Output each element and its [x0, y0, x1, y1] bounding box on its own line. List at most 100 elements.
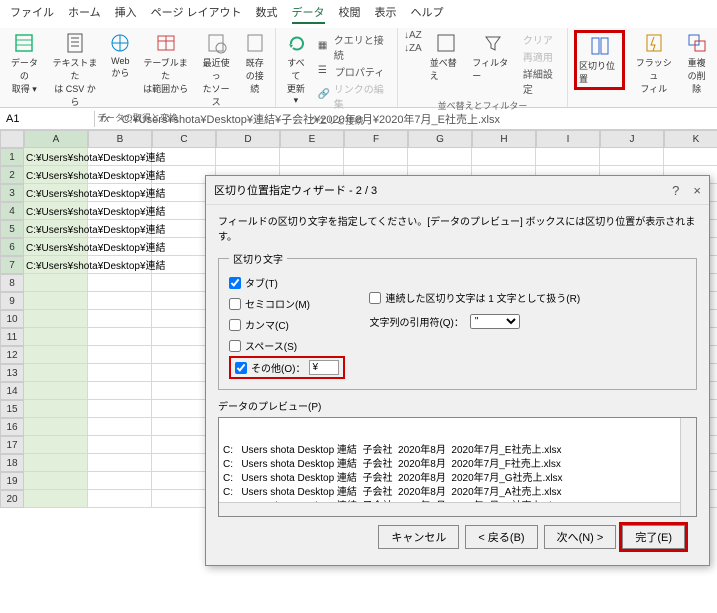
vertical-scrollbar[interactable] — [680, 418, 696, 516]
get-data-button[interactable]: データの 取得 ▾ — [6, 30, 43, 97]
refresh-all-button[interactable]: すべて 更新 ▾ — [282, 30, 310, 108]
cell[interactable] — [536, 148, 600, 166]
recent-sources-button[interactable]: 最近使っ たソース — [198, 30, 235, 110]
cell[interactable] — [472, 148, 536, 166]
column-header[interactable]: E — [280, 130, 344, 148]
sort-za-button[interactable]: ↓ZA — [404, 43, 422, 54]
menu-item[interactable]: ファイル — [10, 4, 54, 24]
reapply-item[interactable]: 再適用 — [523, 49, 559, 64]
other-checkbox[interactable]: その他(O)： — [235, 360, 305, 375]
row-header[interactable]: 2 — [0, 166, 24, 184]
cell[interactable] — [88, 328, 152, 346]
menu-item[interactable]: ページ レイアウト — [151, 4, 242, 24]
edit-links-item[interactable]: 🔗リンクの編集 — [318, 81, 389, 111]
clear-filter-item[interactable]: クリア — [523, 32, 559, 47]
column-header[interactable]: H — [472, 130, 536, 148]
cell[interactable] — [216, 148, 280, 166]
cell[interactable] — [24, 382, 88, 400]
cell[interactable]: C:¥Users¥shota¥Desktop¥連結 — [24, 166, 88, 184]
back-button[interactable]: < 戻る(B) — [465, 525, 537, 549]
next-button[interactable]: 次へ(N) > — [544, 525, 617, 549]
row-header[interactable]: 11 — [0, 328, 24, 346]
from-web-button[interactable]: Web から — [107, 30, 133, 81]
menu-item[interactable]: 数式 — [256, 4, 278, 24]
row-header[interactable]: 1 — [0, 148, 24, 166]
menu-item[interactable]: 表示 — [375, 4, 397, 24]
row-header[interactable]: 3 — [0, 184, 24, 202]
from-text-csv-button[interactable]: テキストまた は CSV から — [49, 30, 102, 110]
other-delimiter-input[interactable] — [309, 360, 339, 375]
cell[interactable] — [88, 310, 152, 328]
row-header[interactable]: 19 — [0, 472, 24, 490]
row-header[interactable]: 14 — [0, 382, 24, 400]
row-header[interactable]: 4 — [0, 202, 24, 220]
row-header[interactable]: 12 — [0, 346, 24, 364]
column-header[interactable]: D — [216, 130, 280, 148]
cell[interactable] — [24, 454, 88, 472]
row-header[interactable]: 6 — [0, 238, 24, 256]
menu-item[interactable]: 校閲 — [339, 4, 361, 24]
cell[interactable] — [24, 364, 88, 382]
cell[interactable] — [88, 472, 152, 490]
finish-button[interactable]: 完了(E) — [622, 525, 685, 549]
cell[interactable] — [24, 490, 88, 508]
column-header[interactable]: A — [24, 130, 88, 148]
select-all-corner[interactable] — [0, 130, 24, 148]
cell[interactable] — [24, 310, 88, 328]
column-header[interactable]: K — [664, 130, 717, 148]
menu-item[interactable]: ヘルプ — [411, 4, 444, 24]
consecutive-checkbox[interactable]: 連続した区切り文字は 1 文字として扱う(R) — [369, 290, 580, 305]
cell[interactable] — [88, 454, 152, 472]
advanced-item[interactable]: 詳細設定 — [523, 66, 559, 96]
remove-duplicates-button[interactable]: 重複 の削除 — [682, 30, 711, 97]
cell[interactable] — [24, 436, 88, 454]
name-box[interactable]: A1 — [0, 111, 95, 127]
row-header[interactable]: 18 — [0, 454, 24, 472]
cell[interactable]: C:¥Users¥shota¥Desktop¥連結 — [24, 256, 88, 274]
close-icon[interactable]: × — [693, 183, 701, 198]
cell[interactable] — [408, 148, 472, 166]
menu-item[interactable]: 挿入 — [115, 4, 137, 24]
cell[interactable] — [600, 148, 664, 166]
row-header[interactable]: 10 — [0, 310, 24, 328]
row-header[interactable]: 8 — [0, 274, 24, 292]
cell[interactable] — [88, 490, 152, 508]
queries-connections-item[interactable]: ▦クエリと接続 — [318, 32, 389, 62]
column-header[interactable]: J — [600, 130, 664, 148]
column-header[interactable]: C — [152, 130, 216, 148]
existing-connections-button[interactable]: 既存 の接続 — [240, 30, 268, 97]
cell[interactable]: C:¥Users¥shota¥Desktop¥連結 — [24, 220, 88, 238]
help-icon[interactable]: ? — [672, 183, 679, 198]
cell[interactable] — [88, 274, 152, 292]
menu-item[interactable]: ホーム — [68, 4, 101, 24]
cell[interactable] — [88, 418, 152, 436]
row-header[interactable]: 17 — [0, 436, 24, 454]
comma-checkbox[interactable]: カンマ(C) — [229, 317, 345, 332]
cell[interactable] — [24, 328, 88, 346]
cell[interactable] — [88, 292, 152, 310]
formula-bar[interactable]: C:¥Users¥shota¥Desktop¥連結¥子会社¥2020年8月¥20… — [116, 109, 717, 129]
flash-fill-button[interactable]: フラッシュ フィル — [631, 30, 676, 97]
menu-item-data[interactable]: データ — [292, 4, 325, 24]
cell[interactable] — [664, 148, 717, 166]
data-preview-box[interactable]: C: Users shota Desktop 連結 子会社 2020年8月 20… — [218, 417, 697, 517]
text-to-columns-button[interactable]: 区切り位置 — [574, 30, 625, 90]
from-table-button[interactable]: テーブルまた は範囲から — [139, 30, 191, 97]
cell[interactable]: C:¥Users¥shota¥Desktop¥連結 — [24, 148, 88, 166]
tab-checkbox[interactable]: タブ(T) — [229, 275, 345, 290]
cell[interactable] — [88, 346, 152, 364]
cell[interactable]: C:¥Users¥shota¥Desktop¥連結 — [24, 184, 88, 202]
horizontal-scrollbar[interactable] — [219, 502, 680, 516]
text-qualifier-select[interactable]: " — [470, 314, 520, 329]
sort-az-button[interactable]: ↓AZ — [404, 30, 422, 41]
cell[interactable]: C:¥Users¥shota¥Desktop¥連結 — [24, 238, 88, 256]
cell[interactable] — [280, 148, 344, 166]
cell[interactable] — [88, 400, 152, 418]
row-header[interactable]: 9 — [0, 292, 24, 310]
row-header[interactable]: 13 — [0, 364, 24, 382]
sort-button[interactable]: 並べ替え — [428, 30, 465, 84]
cancel-button[interactable]: キャンセル — [378, 525, 459, 549]
row-header[interactable]: 15 — [0, 400, 24, 418]
cell[interactable] — [344, 148, 408, 166]
semicolon-checkbox[interactable]: セミコロン(M) — [229, 296, 345, 311]
